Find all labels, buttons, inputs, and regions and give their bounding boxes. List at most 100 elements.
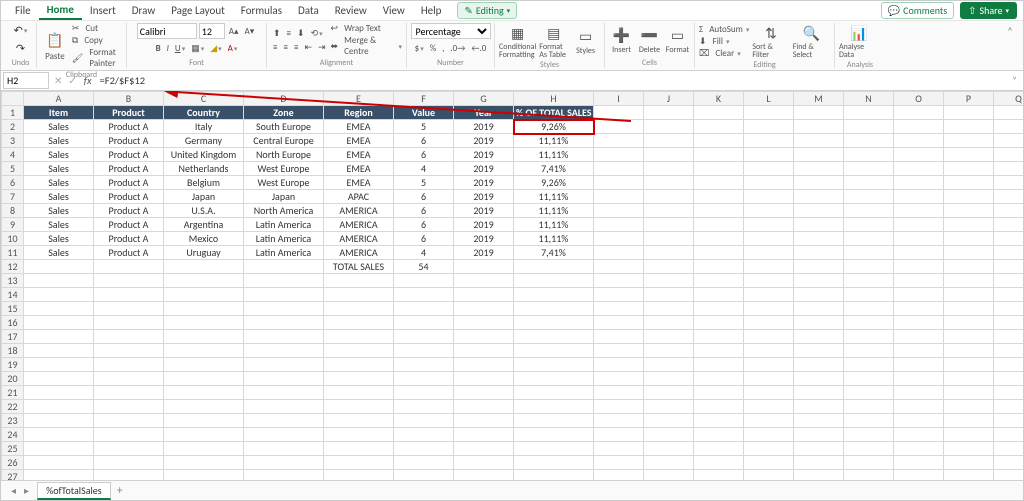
cell-H5[interactable]: 7,41% — [514, 162, 594, 176]
cell-L18[interactable] — [744, 344, 794, 358]
formula-input[interactable]: =F2/$F$12 — [96, 74, 1007, 87]
cell-F9[interactable]: 6 — [394, 218, 454, 232]
cell-C25[interactable] — [164, 442, 244, 456]
row-header-13[interactable]: 13 — [2, 274, 24, 288]
cell-I15[interactable] — [594, 302, 644, 316]
col-header-L[interactable]: L — [744, 92, 794, 106]
cell-E26[interactable] — [324, 456, 394, 470]
cell-I3[interactable] — [594, 134, 644, 148]
cell-A4[interactable]: Sales — [24, 148, 94, 162]
row-header-8[interactable]: 8 — [2, 204, 24, 218]
col-header-M[interactable]: M — [794, 92, 844, 106]
undo-button[interactable]: ↶▾ — [12, 23, 30, 38]
cell-P5[interactable] — [944, 162, 994, 176]
cell-C19[interactable] — [164, 358, 244, 372]
cell-A13[interactable] — [24, 274, 94, 288]
cell-O11[interactable] — [894, 246, 944, 260]
cell-E11[interactable]: AMERICA — [324, 246, 394, 260]
cell-K8[interactable] — [694, 204, 744, 218]
cut-button[interactable]: ✂ Cut — [72, 23, 122, 34]
cell-B27[interactable] — [94, 470, 164, 481]
cell-D16[interactable] — [244, 316, 324, 330]
cell-K25[interactable] — [694, 442, 744, 456]
cell-Q10[interactable] — [994, 232, 1024, 246]
cell-L27[interactable] — [744, 470, 794, 481]
cell-N4[interactable] — [844, 148, 894, 162]
row-header-11[interactable]: 11 — [2, 246, 24, 260]
cell-P18[interactable] — [944, 344, 994, 358]
cell-P3[interactable] — [944, 134, 994, 148]
conditional-formatting-button[interactable]: ▦Conditional Formatting — [499, 23, 536, 59]
cell-B5[interactable]: Product A — [94, 162, 164, 176]
cell-L17[interactable] — [744, 330, 794, 344]
cell-A22[interactable] — [24, 400, 94, 414]
cell-N16[interactable] — [844, 316, 894, 330]
cell-K14[interactable] — [694, 288, 744, 302]
cell-G11[interactable]: 2019 — [454, 246, 514, 260]
cell-A27[interactable] — [24, 470, 94, 481]
cell-J11[interactable] — [644, 246, 694, 260]
cell-E24[interactable] — [324, 428, 394, 442]
cell-G17[interactable] — [454, 330, 514, 344]
cell-B25[interactable] — [94, 442, 164, 456]
cell-K2[interactable] — [694, 120, 744, 134]
cell-H13[interactable] — [514, 274, 594, 288]
cell-N10[interactable] — [844, 232, 894, 246]
cell-Q26[interactable] — [994, 456, 1024, 470]
col-header-O[interactable]: O — [894, 92, 944, 106]
row-header-5[interactable]: 5 — [2, 162, 24, 176]
cell-A1[interactable]: Item — [24, 106, 94, 120]
cell-I11[interactable] — [594, 246, 644, 260]
cell-K3[interactable] — [694, 134, 744, 148]
cell-M3[interactable] — [794, 134, 844, 148]
cell-C2[interactable]: Italy — [164, 120, 244, 134]
cell-J8[interactable] — [644, 204, 694, 218]
cell-K24[interactable] — [694, 428, 744, 442]
cell-Q4[interactable] — [994, 148, 1024, 162]
tab-pagelayout[interactable]: Page Layout — [163, 2, 233, 19]
cell-D13[interactable] — [244, 274, 324, 288]
cell-D24[interactable] — [244, 428, 324, 442]
cell-M27[interactable] — [794, 470, 844, 481]
cell-D27[interactable] — [244, 470, 324, 481]
cell-E15[interactable] — [324, 302, 394, 316]
cell-C27[interactable] — [164, 470, 244, 481]
cell-H22[interactable] — [514, 400, 594, 414]
cell-L26[interactable] — [744, 456, 794, 470]
row-header-14[interactable]: 14 — [2, 288, 24, 302]
col-header-K[interactable]: K — [694, 92, 744, 106]
cell-B6[interactable]: Product A — [94, 176, 164, 190]
cell-O18[interactable] — [894, 344, 944, 358]
cell-M13[interactable] — [794, 274, 844, 288]
expand-formula-button[interactable]: ˅ — [1006, 75, 1023, 86]
sheet-tab-active[interactable]: %ofTotalSales — [37, 482, 111, 500]
cell-P10[interactable] — [944, 232, 994, 246]
cell-I9[interactable] — [594, 218, 644, 232]
comments-button[interactable]: 💬 Comments — [881, 2, 954, 19]
cell-E13[interactable] — [324, 274, 394, 288]
cell-F15[interactable] — [394, 302, 454, 316]
cell-M21[interactable] — [794, 386, 844, 400]
cell-L1[interactable] — [744, 106, 794, 120]
cell-G25[interactable] — [454, 442, 514, 456]
cell-J9[interactable] — [644, 218, 694, 232]
col-header-G[interactable]: G — [454, 92, 514, 106]
cell-Q24[interactable] — [994, 428, 1024, 442]
align-top-button[interactable]: ⬆ — [271, 27, 283, 40]
cell-K21[interactable] — [694, 386, 744, 400]
cell-M1[interactable] — [794, 106, 844, 120]
cell-G4[interactable]: 2019 — [454, 148, 514, 162]
row-header-10[interactable]: 10 — [2, 232, 24, 246]
cell-P26[interactable] — [944, 456, 994, 470]
cell-K20[interactable] — [694, 372, 744, 386]
cell-D25[interactable] — [244, 442, 324, 456]
cell-A18[interactable] — [24, 344, 94, 358]
cell-K19[interactable] — [694, 358, 744, 372]
row-header-20[interactable]: 20 — [2, 372, 24, 386]
cell-E9[interactable]: AMERICA — [324, 218, 394, 232]
cell-D2[interactable]: South Europe — [244, 120, 324, 134]
cell-Q14[interactable] — [994, 288, 1024, 302]
cell-K11[interactable] — [694, 246, 744, 260]
cell-G7[interactable]: 2019 — [454, 190, 514, 204]
cell-D10[interactable]: Latin America — [244, 232, 324, 246]
